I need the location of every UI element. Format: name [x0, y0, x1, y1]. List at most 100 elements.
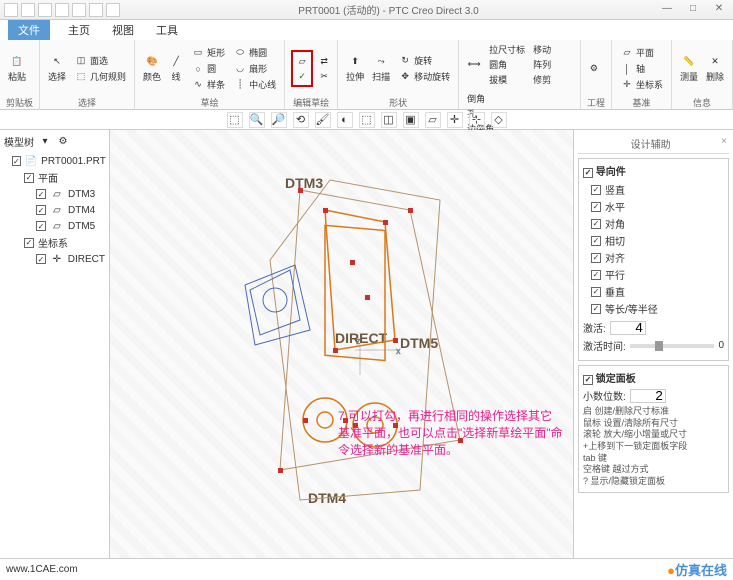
edit-chamfer-button[interactable]: 倒角 [465, 91, 496, 106]
axis-icon: │ [620, 62, 634, 76]
check-icon[interactable]: ✓ [36, 221, 46, 231]
opt-horizontal[interactable]: ✓水平 [583, 198, 724, 215]
tree-dtm3[interactable]: ✓▱DTM3 [4, 186, 105, 202]
menu-tools[interactable]: 工具 [152, 20, 182, 40]
minimize-button[interactable]: — [657, 3, 677, 17]
edit-draft-button[interactable]: 拔模 [487, 72, 527, 87]
line-button[interactable]: ╱线 [167, 53, 185, 85]
mirror-icon[interactable]: ⇄ [317, 54, 331, 68]
shape-group-label: 形状 [344, 96, 452, 109]
time-slider[interactable] [630, 344, 715, 348]
spline-button[interactable]: ∿样条 [189, 77, 227, 93]
opt-perpendicular[interactable]: ✓垂直 [583, 283, 724, 300]
check-icon[interactable]: ✓ [36, 189, 46, 199]
edit-round-button[interactable]: 圆角 [487, 57, 527, 72]
extrude-icon: ⬆ [348, 55, 362, 69]
datum-group-label: 基准 [618, 96, 665, 109]
qat-undo-icon[interactable] [55, 3, 69, 17]
tree-settings-icon[interactable]: ⚙ [56, 135, 70, 149]
decimals-input[interactable] [630, 389, 666, 403]
opt-equal[interactable]: ✓等长/等半径 [583, 300, 724, 317]
qat-regen-icon[interactable] [89, 3, 103, 17]
view-datum-icon[interactable]: ◇ [491, 112, 507, 128]
ellipse-button[interactable]: ⬭椭圆 [231, 45, 278, 61]
rotate-button[interactable]: ↻旋转 [396, 53, 452, 69]
paste-button[interactable]: 📋 粘贴 [6, 53, 28, 85]
view-repaint-icon[interactable]: 🖌 [315, 112, 331, 128]
menu-file[interactable]: 文件 [8, 20, 50, 40]
menu-home[interactable]: 主页 [64, 20, 94, 40]
edit-dim-button[interactable]: 拉尺寸标 [487, 42, 527, 57]
new-sketch-plane-button[interactable]: ▱ [295, 54, 309, 68]
qat-save-icon[interactable] [38, 3, 52, 17]
dim-button[interactable]: ⟷ [465, 56, 483, 74]
tree-direct[interactable]: ✓✛DIRECT [4, 251, 105, 267]
eng-group-label: 工程 [587, 96, 605, 109]
view-plane-icon[interactable]: ▱ [425, 112, 441, 128]
view-refit-icon[interactable]: ⬚ [227, 112, 243, 128]
qat-redo-icon[interactable] [72, 3, 86, 17]
move-button[interactable]: ✥移动旋转 [396, 69, 452, 85]
select-button[interactable]: ↖ 选择 [46, 53, 68, 85]
view-csys-icon[interactable]: ⊹ [469, 112, 485, 128]
circle-button[interactable]: ○圆 [189, 61, 227, 77]
check-icon[interactable]: ✓ [583, 168, 593, 178]
view-wire-icon[interactable]: ⬚ [359, 112, 375, 128]
arc-button[interactable]: ◡扇形 [231, 61, 278, 77]
check-icon[interactable]: ✓ [583, 375, 593, 385]
dim-icon: ⟷ [467, 58, 481, 72]
tree-csys-group[interactable]: ✓坐标系 [4, 234, 105, 251]
geom-rule-button[interactable]: ⬚几何规则 [72, 69, 128, 85]
view-shade-icon[interactable]: ◐ [337, 112, 353, 128]
centerline-button[interactable]: ┊中心线 [231, 77, 278, 93]
inspect-button[interactable]: 📏测量 [678, 53, 700, 85]
plane-button[interactable]: ▱平面 [618, 45, 665, 61]
axis-button[interactable]: │轴 [618, 61, 665, 77]
opt-diagonal[interactable]: ✓对角 [583, 215, 724, 232]
qat-close-icon[interactable] [106, 3, 120, 17]
check-icon[interactable]: ✓ [12, 156, 21, 166]
eng-icon[interactable]: ⚙ [587, 62, 601, 76]
view-zoom-in-icon[interactable]: 🔍 [249, 112, 265, 128]
extrude-button[interactable]: ⬆拉伸 [344, 53, 366, 85]
view-zoom-out-icon[interactable]: 🔎 [271, 112, 287, 128]
view-axes-icon[interactable]: ✛ [447, 112, 463, 128]
sketch-group-label: 草绘 [141, 96, 278, 109]
view-orient-icon[interactable]: ⟲ [293, 112, 309, 128]
opt-parallel[interactable]: ✓平行 [583, 266, 724, 283]
color-button[interactable]: 🎨颜色 [141, 53, 163, 85]
opt-tangent[interactable]: ✓相切 [583, 232, 724, 249]
menu-view[interactable]: 视图 [108, 20, 138, 40]
opt-align[interactable]: ✓对齐 [583, 249, 724, 266]
panel-close-button[interactable]: × [721, 136, 727, 147]
qat-new-icon[interactable] [4, 3, 18, 17]
view-nohidden-icon[interactable]: ▣ [403, 112, 419, 128]
qat-open-icon[interactable] [21, 3, 35, 17]
edit-move-button[interactable]: 移动 [531, 42, 553, 57]
check-icon[interactable]: ✓ [36, 205, 46, 215]
edit-offset-button[interactable]: 修剪 [531, 72, 553, 87]
check-icon[interactable]: ✓ [24, 238, 34, 248]
tree-planes[interactable]: ✓ 平面 [4, 169, 105, 186]
face-select-button[interactable]: ◫面选 [72, 53, 128, 69]
confirm-check-button[interactable]: ✓ [295, 69, 309, 83]
count-input[interactable] [610, 321, 646, 335]
view-hidden-icon[interactable]: ◫ [381, 112, 397, 128]
sweep-button[interactable]: ⤳扫描 [370, 53, 392, 85]
canvas[interactable]: DTM3 DTM5 DIRECT DTM4 [110, 130, 573, 558]
close-button[interactable]: ✕ [709, 3, 729, 17]
check-icon[interactable]: ✓ [24, 173, 34, 183]
trim-icon[interactable]: ✂ [317, 69, 331, 83]
rect-button[interactable]: ▭矩形 [189, 45, 227, 61]
tree-dtm4[interactable]: ✓▱DTM4 [4, 202, 105, 218]
tree-dtm5[interactable]: ✓▱DTM5 [4, 218, 105, 234]
maximize-button[interactable]: □ [683, 3, 703, 17]
tree-root[interactable]: ✓ 📄 PRT0001.PRT [4, 153, 105, 169]
check-icon[interactable]: ✓ [36, 254, 46, 264]
time-val: 0 [718, 340, 724, 351]
csys-button[interactable]: ✛坐标系 [618, 77, 665, 93]
opt-vertical[interactable]: ✓竖直 [583, 181, 724, 198]
delete-button[interactable]: ✕删除 [704, 53, 726, 85]
tree-collapse-icon[interactable]: ▾ [38, 135, 52, 149]
edit-pattern-button[interactable]: 阵列 [531, 57, 553, 72]
